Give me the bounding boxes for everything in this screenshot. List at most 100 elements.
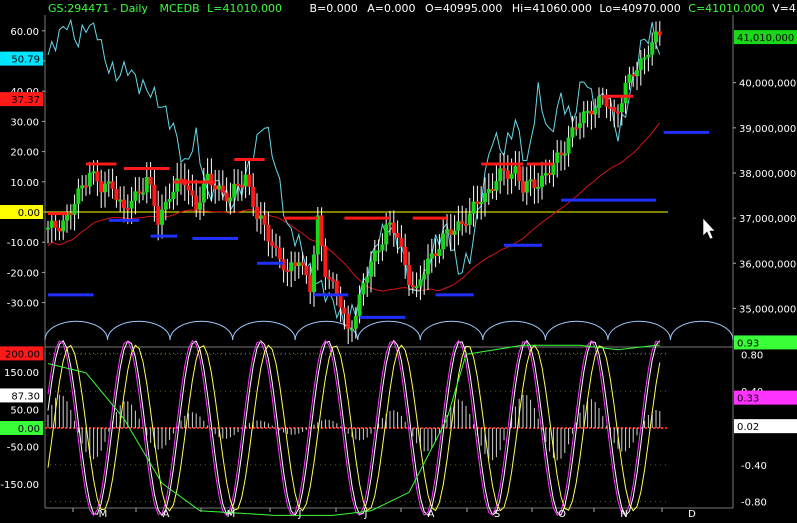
candle-body: [524, 181, 529, 193]
candle-body: [156, 206, 161, 225]
osc-right-badge-label: 0.02: [737, 422, 759, 433]
osc-right-badge-label: 0.93: [737, 338, 759, 349]
candle-body: [198, 202, 202, 210]
candle-body: [243, 174, 248, 187]
candle-body: [399, 237, 404, 247]
candle-body: [308, 275, 313, 293]
candle-body: [528, 179, 533, 182]
candle-body: [479, 201, 484, 204]
candle-body: [494, 181, 499, 191]
price-left-badge-label: 50.79: [11, 55, 40, 66]
osc-left-badge-label: 200.00: [5, 349, 40, 360]
cycle-arc: [544, 320, 609, 341]
price-left-badge-label: 37.37: [11, 95, 40, 106]
price-right-tick-label: 38,000,000: [739, 169, 796, 180]
candle-body: [407, 265, 411, 286]
high-value: Hi=41060.000: [511, 2, 592, 15]
candle-body: [638, 58, 643, 71]
candle-body: [559, 152, 563, 155]
candle-body: [331, 279, 335, 282]
candle-body: [194, 195, 199, 210]
candle-body: [433, 253, 438, 256]
x-axis-month-label: M: [227, 509, 236, 520]
chart-svg: 60.0050.0040.0030.0020.0010.000.00-10.00…: [0, 15, 797, 520]
candle-body: [517, 166, 522, 182]
bid-value: B=0.000: [309, 2, 358, 15]
candle-body: [414, 286, 419, 289]
candle-body: [224, 192, 229, 202]
candle-body: [562, 153, 567, 156]
osc-left-badge-label: 87.30: [11, 391, 40, 402]
candle-body: [365, 276, 370, 283]
candle-body: [255, 206, 259, 219]
candle-body: [137, 191, 142, 194]
candle-body: [72, 203, 77, 215]
candle-body: [395, 232, 400, 238]
price-left-tick-label: 20.00: [10, 148, 39, 159]
candle-body: [95, 171, 100, 182]
candle-body: [125, 208, 130, 211]
candle-body: [464, 223, 468, 226]
candle-body: [612, 107, 617, 112]
x-axis-month-label: S: [494, 509, 500, 520]
candle-body: [391, 222, 396, 233]
candle-body: [509, 173, 514, 179]
osc-left-tick-label: -150.00: [0, 480, 39, 491]
candle-body: [190, 190, 195, 196]
osc-left-tick-label: 150.00: [4, 368, 39, 379]
candle-body: [502, 168, 506, 171]
candle-body: [437, 249, 442, 256]
candle-body: [532, 179, 537, 189]
candle-body: [129, 200, 134, 209]
osc-right-tick-label: 0.80: [741, 350, 763, 361]
candle-body: [585, 110, 590, 113]
candle-body: [327, 277, 332, 280]
candle-body: [460, 221, 465, 224]
candle-body: [342, 307, 347, 314]
candle-body: [471, 201, 476, 214]
candle-body: [87, 172, 92, 187]
candle-body: [334, 280, 339, 294]
candle-body: [619, 103, 624, 113]
price-right-tick-label: 36,000,000: [739, 259, 796, 270]
candle-body: [372, 250, 377, 262]
osc-right-tick-label: -0.80: [741, 498, 767, 509]
candle-body: [513, 166, 518, 174]
candle-body: [452, 230, 457, 235]
candle-body: [213, 185, 218, 190]
osc-left-tick-label: 50.00: [10, 405, 39, 416]
candle-body: [380, 244, 385, 251]
volume-value: V=41010: [772, 2, 797, 15]
candle-body: [274, 245, 278, 248]
candle-body: [289, 262, 294, 272]
candle-body: [429, 253, 434, 259]
x-axis-month-label: N: [620, 509, 627, 520]
candle-body: [555, 152, 560, 163]
x-axis-month-label: J: [298, 509, 302, 520]
candle-body: [376, 250, 381, 253]
chart-header: GS:294471 - Daily MCEDB L=41010.000 B=0.…: [48, 2, 797, 15]
candle-body: [547, 173, 552, 176]
cycle-arc: [419, 320, 484, 341]
candle-body: [91, 171, 96, 174]
candle-body: [110, 181, 115, 189]
candle-body: [597, 96, 601, 108]
candle-body: [122, 199, 126, 209]
candle-body: [217, 185, 221, 190]
candle-body: [346, 313, 351, 329]
candle-body: [403, 246, 408, 266]
candle-body: [483, 192, 487, 202]
candle-body: [448, 229, 453, 235]
candle-body: [570, 127, 575, 138]
candle-body: [486, 188, 491, 193]
price-right-tick-label: 39,000,000: [739, 124, 796, 135]
cycle-arc: [357, 320, 421, 341]
candle-body: [422, 274, 427, 280]
candle-body: [220, 185, 225, 193]
candle-body: [623, 82, 628, 104]
candle-body: [384, 224, 389, 245]
osc-left-tick-label: -50.00: [7, 443, 39, 454]
candle-body: [475, 201, 480, 204]
cycle-arc: [107, 320, 171, 341]
candle-body: [361, 282, 366, 295]
